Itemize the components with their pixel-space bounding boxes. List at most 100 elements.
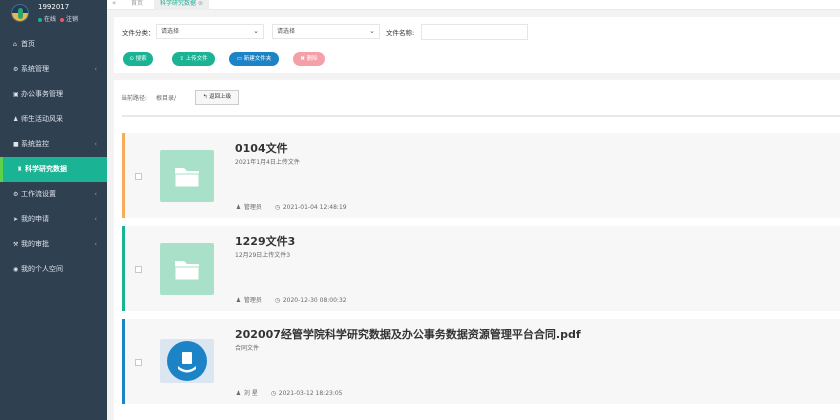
sidebar-item-system[interactable]: ⚙ 系统管理 ‹	[0, 57, 107, 82]
logout-dot-icon	[60, 17, 65, 22]
graduation-icon: ♜	[17, 166, 23, 173]
tab-scroll-left-icon[interactable]: «	[112, 0, 116, 7]
chevron-down-icon: ⌄	[369, 27, 375, 35]
sidebar-item-label: 我的审批	[21, 240, 49, 248]
home-icon: ⌂	[13, 41, 17, 48]
user-icon: ♟	[235, 390, 242, 397]
file-uploader: 刘 星	[243, 390, 258, 397]
clock-icon: ◷	[274, 204, 281, 211]
new-folder-button[interactable]: ▭ 新建文件夹	[229, 52, 279, 66]
chevron-left-icon: ‹	[94, 215, 97, 223]
file-meta: ♟ 管理员 ◷ 2021-01-04 12:48:19	[235, 202, 347, 211]
user-status: 在线 注销	[38, 14, 78, 23]
sidebar-menu: ⌂ 首页 ⚙ 系统管理 ‹ ▣ 办公事务管理 ♟ 师生活动风采 ■ 系统监控 ‹ ♜ 科学研究数…	[0, 32, 107, 282]
file-uploader: 管理员	[243, 204, 262, 211]
sidebar-item-label: 师生活动风采	[21, 115, 63, 123]
folder-icon[interactable]	[160, 150, 214, 202]
file-uploader: 管理员	[243, 297, 262, 304]
subcategory-select[interactable]: 请选择 ⌄	[272, 24, 380, 39]
file-time: 2021-01-04 12:48:19	[282, 204, 347, 211]
user-box: 1992017 在线 注销	[0, 0, 107, 30]
category-select[interactable]: 请选择 ⌄	[156, 24, 264, 39]
users-icon: ♟	[13, 116, 19, 123]
sidebar-item-label: 我的申请	[21, 215, 49, 223]
video-icon: ■	[13, 141, 19, 148]
sidebar-item-personal-space[interactable]: ◉ 我的个人空间	[0, 257, 107, 282]
delete-button[interactable]: ✖ 删除	[293, 52, 325, 66]
subcategory-select-value: 请选择	[277, 28, 296, 35]
file-description: 12月29日上传文件3	[235, 252, 291, 259]
sidebar-item-label: 系统管理	[21, 65, 49, 73]
user-name: 1992017	[38, 3, 70, 11]
sidebar-item-office[interactable]: ▣ 办公事务管理	[0, 82, 107, 107]
tab-label: 科学研究数据	[160, 0, 197, 7]
user-icon: ♟	[235, 297, 242, 304]
send-icon: ➤	[13, 216, 19, 223]
briefcase-icon: ▣	[13, 91, 19, 98]
chevron-left-icon: ‹	[94, 240, 97, 248]
tab-bar: « 首页 科学研究数据 ⊗	[107, 0, 840, 10]
document-icon[interactable]	[160, 339, 214, 383]
file-card[interactable]: 0104文件 2021年1月4日上传文件 ♟ 管理员 ◷ 2021-01-04 1…	[122, 133, 840, 218]
select-checkbox[interactable]	[135, 173, 142, 180]
file-title[interactable]: 202007经管学院科学研究数据及办公事务数据资源管理平台合同.pdf	[235, 326, 581, 342]
file-card[interactable]: 202007经管学院科学研究数据及办公事务数据资源管理平台合同.pdf 合同文件…	[122, 319, 840, 404]
sidebar-item-my-approvals[interactable]: ⚒ 我的审批 ‹	[0, 232, 107, 257]
filename-label: 文件名称:	[386, 29, 415, 37]
file-card[interactable]: 1229文件3 12月29日上传文件3 ♟ 管理员 ◷ 2020-12-30 08…	[122, 226, 840, 311]
gavel-icon: ⚒	[13, 241, 19, 248]
sidebar-item-label: 系统监控	[21, 140, 49, 148]
logout-link[interactable]: 注销	[66, 16, 78, 23]
file-list-panel: 当前路径: 根目录/ ↰ 返回上级 0104文件 2021年1月4日上传文件 ♟…	[114, 80, 840, 420]
sidebar-item-label: 办公事务管理	[21, 90, 63, 98]
tab-home[interactable]: 首页	[125, 0, 149, 10]
file-description: 2021年1月4日上传文件	[235, 159, 300, 166]
file-time: 2021-03-12 18:23:05	[278, 390, 343, 397]
divider	[122, 115, 840, 117]
sidebar-item-home[interactable]: ⌂ 首页	[0, 32, 107, 57]
user-circle-icon: ◉	[13, 266, 19, 273]
upload-file-button[interactable]: ⇪ 上传文件	[172, 52, 215, 66]
select-checkbox[interactable]	[135, 359, 142, 366]
cogs-icon: ⚙	[13, 191, 19, 198]
file-meta: ♟ 刘 星 ◷ 2021-03-12 18:23:05	[235, 388, 343, 397]
category-select-value: 请选择	[161, 28, 180, 35]
category-label: 文件分类：	[122, 29, 155, 37]
back-to-parent-button[interactable]: ↰ 返回上级	[195, 90, 239, 105]
search-panel: 文件分类： 请选择 ⌄ 请选择 ⌄ 文件名称: ⊙ 搜索 ⇪ 上传文件 ▭ 新建文件…	[114, 17, 840, 73]
clock-icon: ◷	[270, 390, 276, 397]
path-value: 根目录/	[156, 95, 177, 102]
sidebar-item-label: 我的个人空间	[21, 265, 63, 273]
select-checkbox[interactable]	[135, 266, 142, 273]
file-title[interactable]: 1229文件3	[235, 233, 295, 249]
avatar[interactable]	[11, 4, 29, 22]
user-icon: ♟	[235, 204, 242, 211]
file-description: 合同文件	[235, 345, 260, 352]
sidebar-item-my-requests[interactable]: ➤ 我的申请 ‹	[0, 207, 107, 232]
sidebar-item-label: 科学研究数据	[25, 165, 67, 173]
sidebar-item-activities[interactable]: ♟ 师生活动风采	[0, 107, 107, 132]
sidebar: 1992017 在线 注销 ⌂ 首页 ⚙ 系统管理 ‹ ▣ 办公事务管理 ♟ 师生活动风采 …	[0, 0, 107, 420]
chevron-down-icon: ⌄	[253, 27, 259, 35]
file-meta: ♟ 管理员 ◷ 2020-12-30 08:00:32	[235, 295, 347, 304]
gear-icon: ⚙	[13, 66, 19, 73]
filename-input[interactable]	[421, 24, 528, 40]
online-status: 在线	[44, 16, 57, 23]
file-title[interactable]: 0104文件	[235, 140, 288, 156]
chevron-left-icon: ‹	[94, 65, 97, 73]
sidebar-item-label: 工作流设置	[21, 190, 56, 198]
sidebar-item-research-data[interactable]: ♜ 科学研究数据	[0, 157, 107, 182]
sidebar-item-workflow[interactable]: ⚙ 工作流设置 ‹	[0, 182, 107, 207]
search-button[interactable]: ⊙ 搜索	[123, 52, 153, 66]
close-icon[interactable]: ⊗	[198, 0, 203, 7]
online-dot-icon	[38, 17, 42, 22]
tab-research-data[interactable]: 科学研究数据 ⊗	[154, 0, 210, 10]
file-time: 2020-12-30 08:00:32	[282, 297, 347, 304]
sidebar-item-monitor[interactable]: ■ 系统监控 ‹	[0, 132, 107, 157]
chevron-left-icon: ‹	[94, 190, 97, 198]
sidebar-item-label: 首页	[21, 40, 35, 48]
folder-icon[interactable]	[160, 243, 214, 295]
clock-icon: ◷	[274, 297, 281, 304]
path-label: 当前路径:	[121, 95, 148, 102]
chevron-left-icon: ‹	[94, 140, 97, 148]
